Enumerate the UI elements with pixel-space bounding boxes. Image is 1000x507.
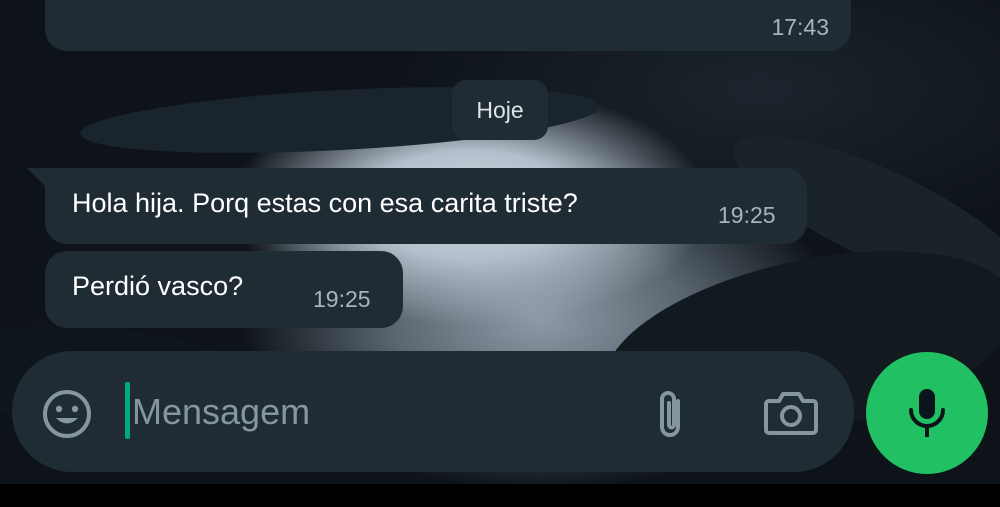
- bubble-tail: [27, 168, 45, 186]
- message-bubble[interactable]: Hola hija. Porq estas con esa carita tri…: [27, 168, 807, 244]
- camera-icon[interactable]: [763, 389, 819, 437]
- message-time: 17:43: [771, 14, 829, 40]
- text-cursor: [125, 382, 130, 439]
- message-bubble[interactable]: Perdió vasco? 19:25: [45, 251, 403, 328]
- message-bubble[interactable]: 17:43: [45, 0, 851, 51]
- message-composer: [12, 351, 854, 472]
- microphone-icon[interactable]: [866, 352, 988, 474]
- message-time: 19:25: [313, 286, 371, 312]
- message-text: Hola hija. Porq estas con esa carita tri…: [72, 188, 578, 218]
- emoji-icon[interactable]: [41, 388, 93, 440]
- message-time: 19:25: [718, 202, 776, 228]
- message-text: Perdió vasco?: [72, 271, 244, 301]
- system-navigation-bar: [0, 484, 1000, 507]
- date-separator: Hoje: [452, 80, 548, 140]
- paperclip-icon[interactable]: [650, 387, 690, 443]
- message-input[interactable]: [132, 377, 612, 447]
